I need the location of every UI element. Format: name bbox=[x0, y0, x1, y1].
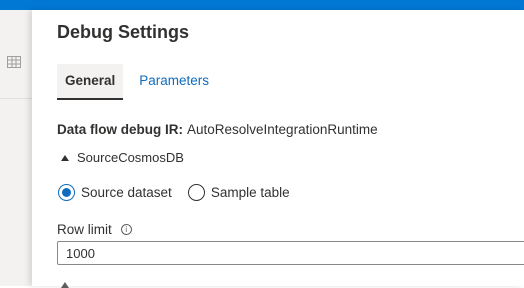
source-section-toggle[interactable]: SourceCosmosDB bbox=[61, 150, 184, 165]
debug-settings-panel: Debug Settings General Parameters Data f… bbox=[32, 10, 524, 288]
background-divider bbox=[0, 98, 32, 99]
grid-icon bbox=[7, 56, 21, 68]
caret-up-icon bbox=[61, 282, 69, 288]
background-page bbox=[0, 10, 32, 286]
radio-source-dataset[interactable]: Source dataset bbox=[58, 184, 172, 201]
tab-general[interactable]: General bbox=[57, 64, 124, 100]
top-accent-bar bbox=[0, 0, 524, 10]
row-limit-label-row: Row limit i bbox=[57, 222, 132, 237]
info-icon[interactable]: i bbox=[120, 224, 132, 235]
radio-label-source-dataset: Source dataset bbox=[81, 185, 172, 200]
debug-ir-label: Data flow debug IR: bbox=[57, 122, 183, 137]
source-name: SourceCosmosDB bbox=[77, 150, 184, 165]
radio-unchecked-icon bbox=[187, 184, 205, 201]
radio-label-sample-table: Sample table bbox=[210, 185, 290, 200]
source-type-radio-group: Source dataset Sample table bbox=[58, 184, 290, 201]
row-limit-label: Row limit bbox=[57, 222, 112, 237]
caret-up-icon bbox=[61, 154, 69, 161]
row-limit-input[interactable] bbox=[57, 241, 524, 265]
panel-title: Debug Settings bbox=[57, 22, 190, 42]
debug-ir-value: AutoResolveIntegrationRuntime bbox=[187, 122, 378, 137]
debug-ir-row: Data flow debug IR: AutoResolveIntegratio… bbox=[57, 122, 378, 137]
tab-bar: General Parameters bbox=[57, 64, 217, 100]
radio-checked-icon bbox=[58, 184, 75, 201]
next-section-toggle[interactable] bbox=[61, 282, 77, 288]
tab-parameters[interactable]: Parameters bbox=[131, 64, 217, 100]
radio-sample-table[interactable]: Sample table bbox=[187, 184, 290, 201]
